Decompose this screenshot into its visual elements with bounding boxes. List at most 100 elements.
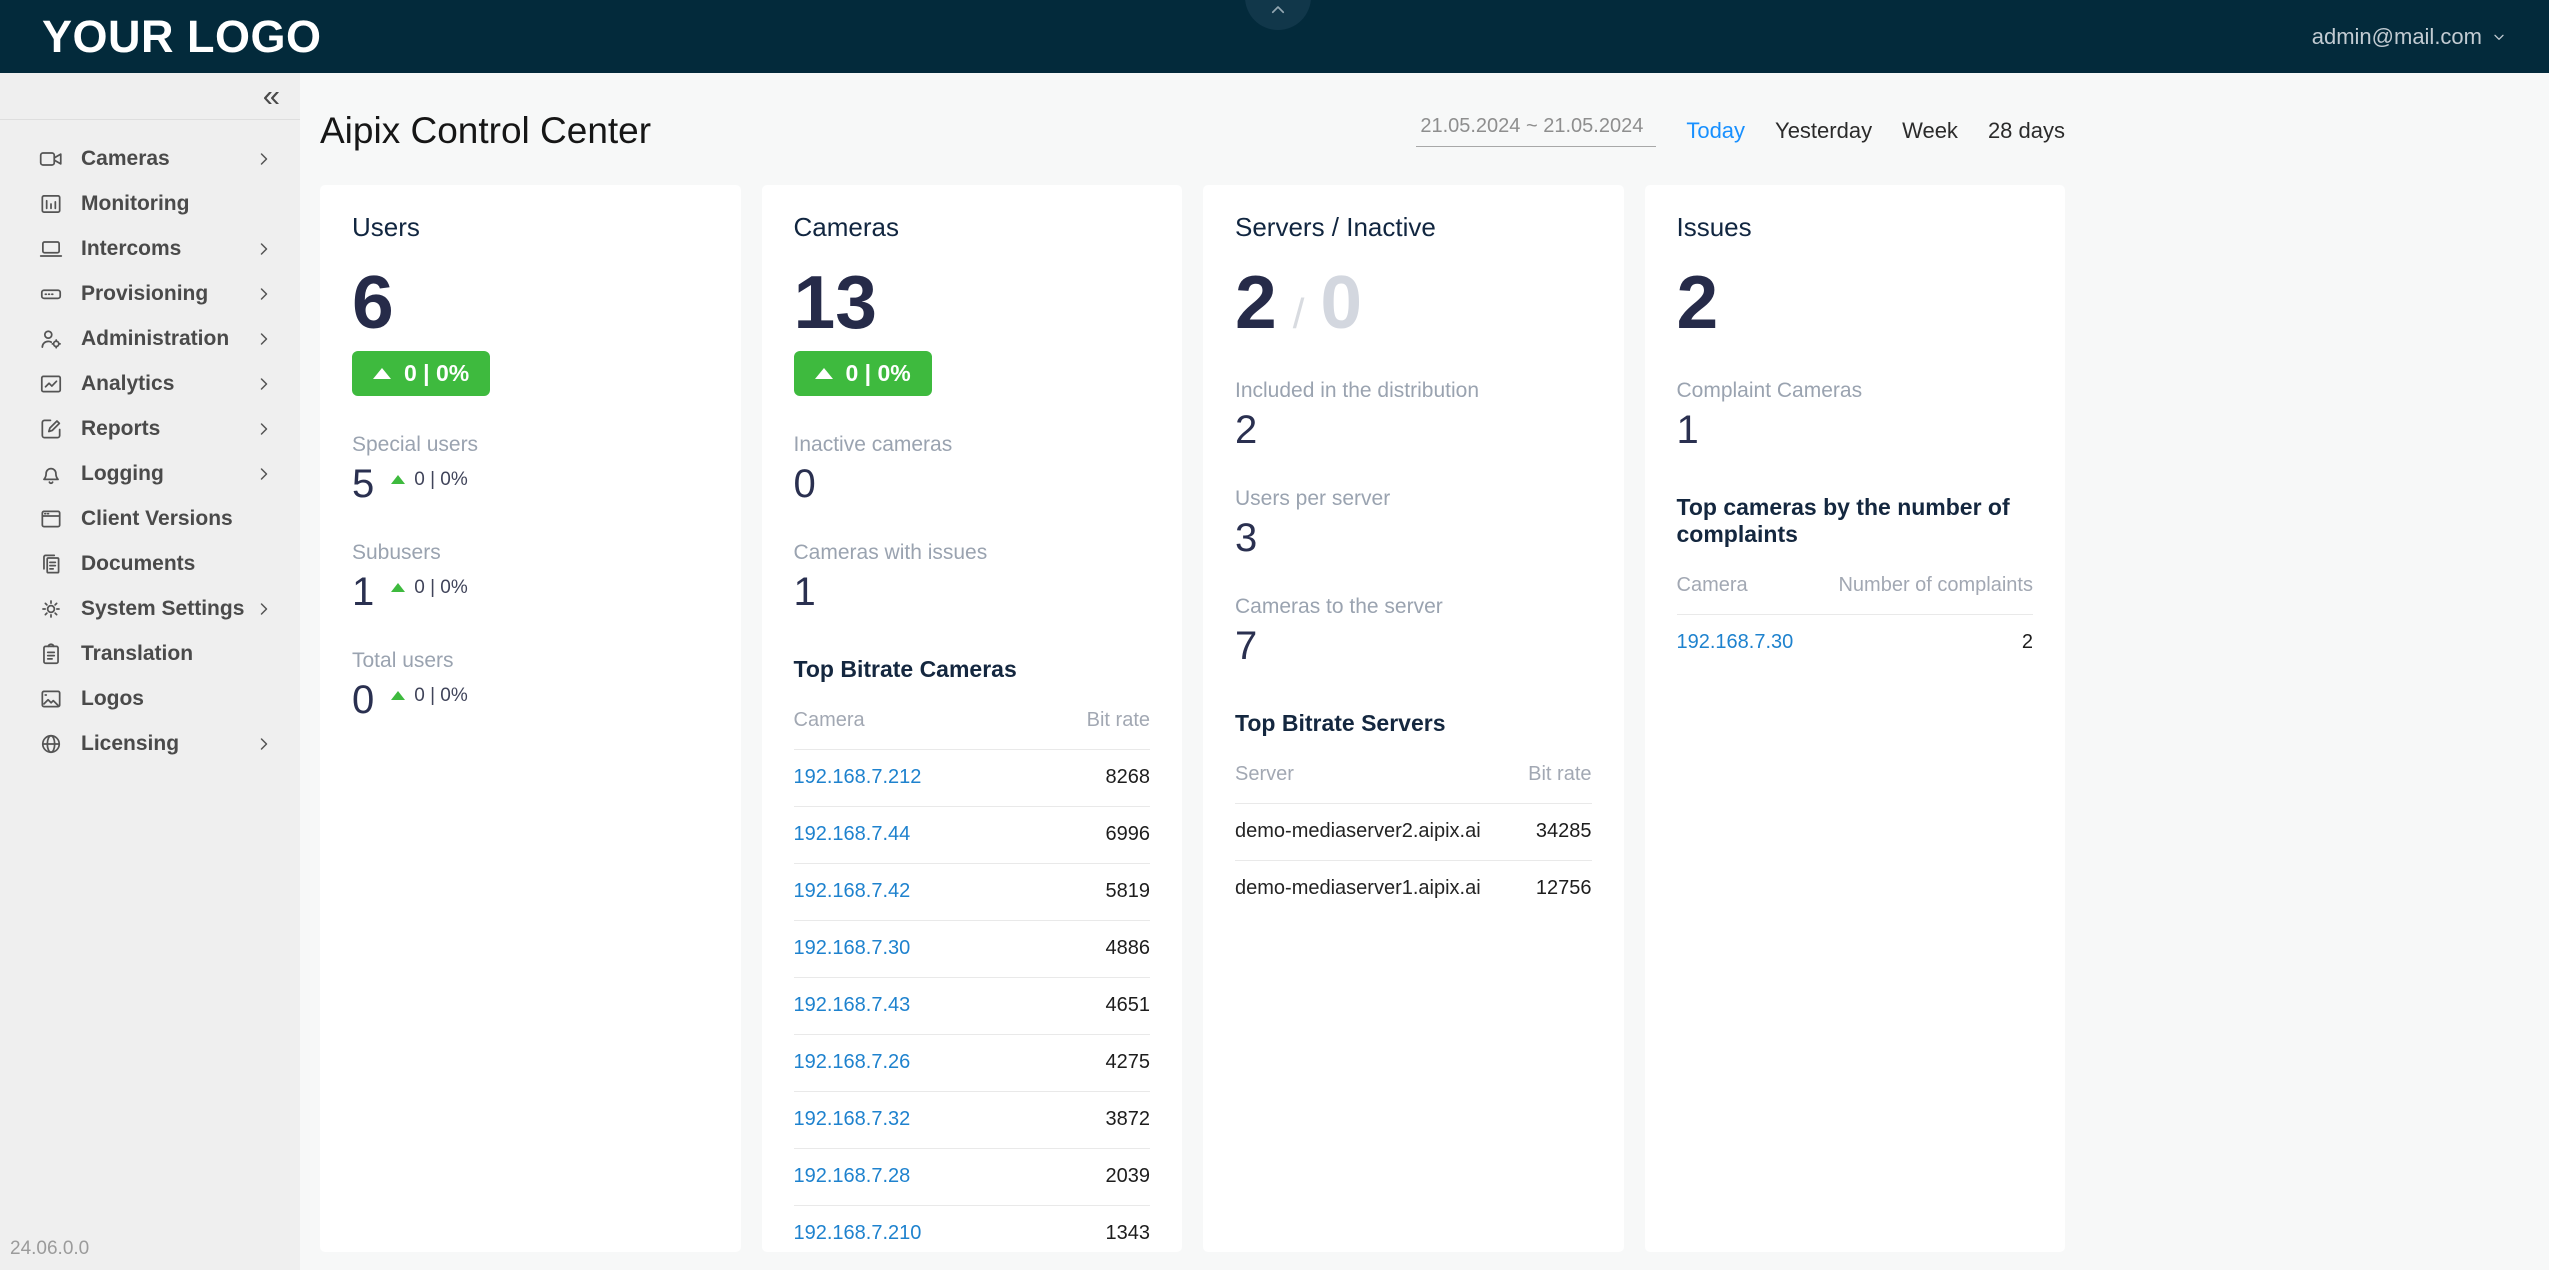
camera-link[interactable]: 192.168.7.32 (794, 1108, 911, 1131)
complaint-cameras-table: Camera Number of complaints 192.168.7.30… (1677, 568, 2034, 671)
sidebar-item-intercoms[interactable]: Intercoms (0, 226, 300, 271)
server-name: demo-mediaserver2.aipix.ai (1235, 820, 1481, 843)
triangle-up-icon (373, 368, 391, 379)
collapse-sidebar-button[interactable]: « (263, 75, 280, 117)
bitrate-value: 34285 (1536, 820, 1592, 843)
issues-total: 2 (1677, 263, 1719, 342)
sidebar-nav: Cameras Monitoring Intercoms Provisionin… (0, 120, 300, 766)
bitrate-value: 4275 (1106, 1051, 1151, 1074)
cameras-card: Cameras 13 0 | 0% Inactive cameras 0 Cam… (762, 185, 1183, 1252)
chevron-right-icon (254, 419, 274, 439)
scroll-top-button[interactable] (1245, 0, 1311, 30)
range-button-today[interactable]: Today (1686, 118, 1745, 144)
triangle-up-icon (815, 368, 833, 379)
date-controls: Today Yesterday Week 28 days (1416, 115, 2065, 147)
table-row: demo-mediaserver2.aipix.ai 34285 (1235, 804, 1592, 861)
clipboard-icon (38, 641, 64, 667)
camera-link[interactable]: 192.168.7.28 (794, 1165, 911, 1188)
chevron-down-icon (2491, 29, 2507, 45)
range-button-28-days[interactable]: 28 days (1988, 118, 2065, 144)
app-logo: YOUR LOGO (42, 11, 322, 63)
metric-inactive-cameras: Inactive cameras 0 (794, 433, 1151, 504)
range-button-week[interactable]: Week (1902, 118, 1958, 144)
camera-link[interactable]: 192.168.7.43 (794, 994, 911, 1017)
table-row: 192.168.7.32 3872 (794, 1092, 1151, 1149)
users-card: Users 6 0 | 0% Special users 5 0 | 0% Su… (320, 185, 741, 1252)
monitoring-icon (38, 191, 64, 217)
sidebar-item-logos[interactable]: Logos (0, 676, 300, 721)
top-complaint-cameras-title: Top cameras by the number of complaints (1677, 494, 2034, 548)
main-area: Aipix Control Center Today Yesterday Wee… (300, 103, 2549, 1252)
chevron-right-icon (254, 599, 274, 619)
reports-icon (38, 416, 64, 442)
camera-link[interactable]: 192.168.7.42 (794, 880, 911, 903)
sidebar-item-documents[interactable]: Documents (0, 541, 300, 586)
bitrate-value: 1343 (1106, 1222, 1151, 1245)
camera-link[interactable]: 192.168.7.44 (794, 823, 911, 846)
bitrate-value: 8268 (1106, 766, 1151, 789)
gear-icon (38, 596, 64, 622)
cameras-trend-badge: 0 | 0% (794, 351, 932, 396)
sidebar-item-cameras[interactable]: Cameras (0, 136, 300, 181)
sidebar-item-reports[interactable]: Reports (0, 406, 300, 451)
analytics-icon (38, 371, 64, 397)
users-card-title: Users (352, 212, 709, 243)
sidebar-item-administration[interactable]: Administration (0, 316, 300, 361)
users-total: 6 (352, 263, 394, 342)
metric-included-distribution: Included in the distribution 2 (1235, 379, 1592, 450)
table-row: 192.168.7.30 2 (1677, 615, 2034, 671)
user-menu[interactable]: admin@mail.com (2312, 24, 2507, 50)
metric-special-users: Special users 5 0 | 0% (352, 433, 709, 504)
triangle-up-icon (391, 691, 405, 700)
sidebar-header: « (0, 73, 300, 120)
camera-link[interactable]: 192.168.7.30 (794, 937, 911, 960)
chevron-right-icon (254, 149, 274, 169)
chevron-right-icon (254, 464, 274, 484)
metric-users-per-server: Users per server 3 (1235, 487, 1592, 558)
top-bitrate-cameras-title: Top Bitrate Cameras (794, 656, 1151, 683)
metric-subusers: Subusers 1 0 | 0% (352, 541, 709, 612)
camera-link[interactable]: 192.168.7.30 (1677, 631, 1794, 654)
bitrate-value: 4651 (1106, 994, 1151, 1017)
sidebar-item-logging[interactable]: Logging (0, 451, 300, 496)
chevron-right-icon (254, 374, 274, 394)
chevron-right-icon (254, 284, 274, 304)
sidebar-item-provisioning[interactable]: Provisioning (0, 271, 300, 316)
sidebar-item-analytics[interactable]: Analytics (0, 361, 300, 406)
sidebar-item-system-settings[interactable]: System Settings (0, 586, 300, 631)
camera-link[interactable]: 192.168.7.212 (794, 766, 922, 789)
servers-total: 2 (1235, 263, 1277, 342)
bell-icon (38, 461, 64, 487)
table-row: 192.168.7.212 8268 (794, 750, 1151, 807)
top-bar: YOUR LOGO admin@mail.com (0, 0, 2549, 73)
range-button-yesterday[interactable]: Yesterday (1775, 118, 1872, 144)
table-row: 192.168.7.30 4886 (794, 921, 1151, 978)
metric-total-users: Total users 0 0 | 0% (352, 649, 709, 720)
user-email: admin@mail.com (2312, 24, 2482, 50)
triangle-up-icon (391, 583, 405, 592)
table-row: demo-mediaserver1.aipix.ai 12756 (1235, 861, 1592, 917)
sidebar-item-monitoring[interactable]: Monitoring (0, 181, 300, 226)
camera-icon (38, 146, 64, 172)
top-bitrate-servers-title: Top Bitrate Servers (1235, 710, 1592, 737)
table-row: 192.168.7.42 5819 (794, 864, 1151, 921)
camera-link[interactable]: 192.168.7.26 (794, 1051, 911, 1074)
metric-complaint-cameras: Complaint Cameras 1 (1677, 379, 2034, 450)
camera-link[interactable]: 192.168.7.210 (794, 1222, 922, 1245)
metric-cameras-with-issues: Cameras with issues 1 (794, 541, 1151, 612)
chevron-up-icon (1269, 1, 1287, 19)
globe-icon (38, 731, 64, 757)
sidebar-item-client-versions[interactable]: Client Versions (0, 496, 300, 541)
date-range-input[interactable] (1416, 115, 1656, 147)
image-icon (38, 686, 64, 712)
sidebar-item-licensing[interactable]: Licensing (0, 721, 300, 766)
servers-inactive: 0 (1320, 263, 1362, 342)
intercom-icon (38, 236, 64, 262)
metric-cameras-to-server: Cameras to the server 7 (1235, 595, 1592, 666)
app-version: 24.06.0.0 (10, 1238, 89, 1260)
bitrate-value: 4886 (1106, 937, 1151, 960)
sidebar-item-translation[interactable]: Translation (0, 631, 300, 676)
cameras-total: 13 (794, 263, 877, 342)
administration-icon (38, 326, 64, 352)
table-row: 192.168.7.43 4651 (794, 978, 1151, 1035)
